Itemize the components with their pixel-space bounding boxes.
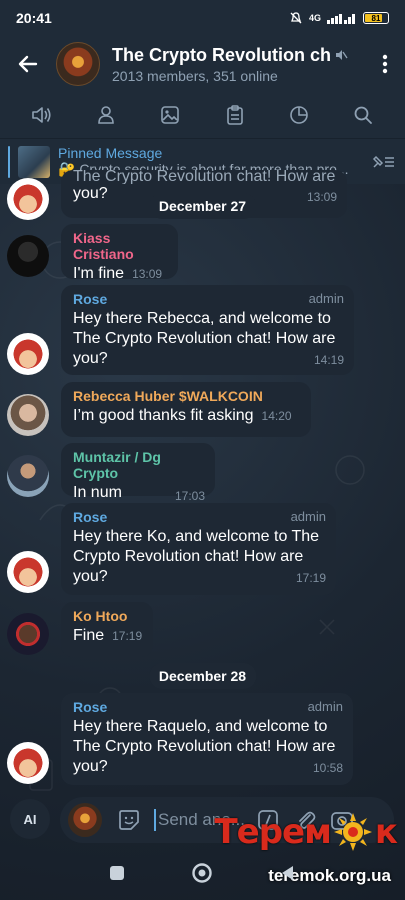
- admin-badge: admin: [307, 699, 343, 714]
- message-text-partial: The Crypto Revolution chat! How are: [73, 170, 336, 184]
- system-nav-bar: [0, 850, 405, 900]
- avatar[interactable]: [7, 333, 49, 375]
- avatar[interactable]: [7, 235, 49, 277]
- ai-button[interactable]: AI: [10, 799, 50, 839]
- more-menu-button[interactable]: [365, 54, 405, 74]
- message-sender: Rebecca Huber $WALKCOIN: [73, 388, 263, 404]
- person-icon: [98, 106, 115, 124]
- tab-search[interactable]: [351, 103, 375, 127]
- sticker-icon: [119, 810, 139, 830]
- message-bubble[interactable]: Rose admin Hey there Ko, and welcome to T…: [61, 503, 336, 595]
- back-nav-button[interactable]: [279, 864, 297, 887]
- message-sender: Kiass Cristiano: [73, 230, 134, 262]
- chat-title: The Crypto Revolution chat: [112, 44, 330, 65]
- network-type: 4G: [308, 13, 321, 23]
- battery-level: 81: [371, 13, 381, 23]
- square-icon: [109, 865, 124, 880]
- pinned-indicator: [8, 145, 10, 178]
- message-sender: Rose admin: [73, 699, 343, 715]
- date-separator: December 27: [148, 193, 257, 219]
- chat-shortcut-tabs: [0, 92, 405, 138]
- pinned-thumbnail: [18, 145, 50, 178]
- image-icon: [161, 106, 180, 124]
- tab-media[interactable]: [158, 103, 182, 127]
- avatar[interactable]: [7, 394, 49, 436]
- message-bubble[interactable]: Rebecca Huber $WALKCOIN I’m good thanks …: [61, 382, 311, 437]
- message-time: 13:09: [132, 267, 163, 281]
- triangle-back-icon: [281, 865, 293, 880]
- text-caret: [154, 809, 156, 831]
- tab-voice-chat[interactable]: [30, 103, 54, 127]
- message-time: 10:58: [312, 761, 343, 775]
- tab-members[interactable]: [94, 103, 118, 127]
- search-icon: [354, 106, 372, 124]
- avatar[interactable]: [7, 742, 49, 784]
- message-text: I’m good thanks fit asking: [73, 407, 254, 424]
- avatar[interactable]: [7, 178, 49, 220]
- pinned-title: Pinned Message: [58, 145, 163, 161]
- message-bubble[interactable]: Rose admin Hey there Rebecca, and welcome…: [61, 285, 354, 375]
- message-text: you?: [73, 185, 108, 202]
- chat-subtitle: 2013 members, 351 online: [112, 67, 278, 84]
- message-text: Fine: [73, 627, 105, 644]
- message-time: 17:19: [112, 629, 143, 643]
- watermark-logo: Терем к: [214, 812, 398, 852]
- clipboard-icon: [226, 105, 243, 125]
- status-bar: 20:41 4G 81: [0, 0, 405, 36]
- admin-badge: admin: [290, 509, 326, 524]
- message-time: 13:09: [306, 190, 337, 204]
- message-bubble[interactable]: Kiass Cristiano I'm fine 13:09: [61, 224, 178, 282]
- more-vert-icon: [382, 54, 388, 74]
- chat-title-block[interactable]: The Crypto Revolution chat 2013 members,…: [112, 45, 365, 84]
- tab-files[interactable]: [223, 103, 247, 127]
- message-bubble[interactable]: Muntazir / Dg Crypto In num 17:03: [61, 443, 215, 503]
- battery-icon: 81: [363, 12, 389, 24]
- message-sender: Rose admin: [73, 291, 344, 307]
- status-time: 20:41: [16, 10, 52, 26]
- avatar[interactable]: [7, 551, 49, 593]
- group-avatar[interactable]: [56, 42, 100, 86]
- recents-button[interactable]: [109, 865, 125, 886]
- message-bubble[interactable]: Rose admin Hey there Raquelo, and welcome…: [61, 693, 353, 785]
- emoji-button[interactable]: [116, 807, 142, 833]
- date-separator: December 28: [148, 663, 257, 689]
- silent-bell-icon: [290, 12, 302, 24]
- sun-logo-icon: [333, 813, 372, 851]
- send-as-avatar[interactable]: [68, 803, 102, 837]
- signal-icon: [327, 14, 355, 24]
- message-sender: Muntazir / Dg Crypto: [73, 449, 161, 481]
- message-bubble[interactable]: Ko Htoo Fine 17:19: [61, 602, 153, 657]
- speaker-icon: [32, 107, 51, 123]
- chat-screen: 20:41 4G 81 The Crypto Revolution chat 2…: [0, 0, 405, 900]
- back-arrow-icon: [18, 55, 38, 73]
- pinned-list-button[interactable]: [361, 153, 405, 171]
- message-text: In num: [73, 484, 122, 501]
- muted-icon: [336, 50, 348, 60]
- ai-label: AI: [23, 811, 37, 827]
- message-sender: Rose admin: [73, 509, 326, 525]
- avatar[interactable]: [7, 455, 49, 497]
- tab-statistics[interactable]: [287, 103, 311, 127]
- home-button[interactable]: [191, 862, 213, 889]
- avatar[interactable]: [7, 613, 49, 655]
- back-button[interactable]: [0, 53, 56, 75]
- admin-badge: admin: [308, 291, 344, 306]
- circle-home-icon: [191, 862, 212, 883]
- message-sender: Ko Htoo: [73, 608, 128, 624]
- message-time: 17:03: [174, 489, 205, 503]
- pin-list-icon: [372, 155, 394, 168]
- chat-header: The Crypto Revolution chat 2013 members,…: [0, 36, 405, 92]
- message-time: 14:19: [313, 353, 344, 367]
- message-text: I'm fine: [73, 265, 125, 282]
- pie-chart-icon: [289, 106, 308, 124]
- message-time: 17:19: [295, 571, 326, 585]
- message-time: 14:20: [261, 409, 292, 423]
